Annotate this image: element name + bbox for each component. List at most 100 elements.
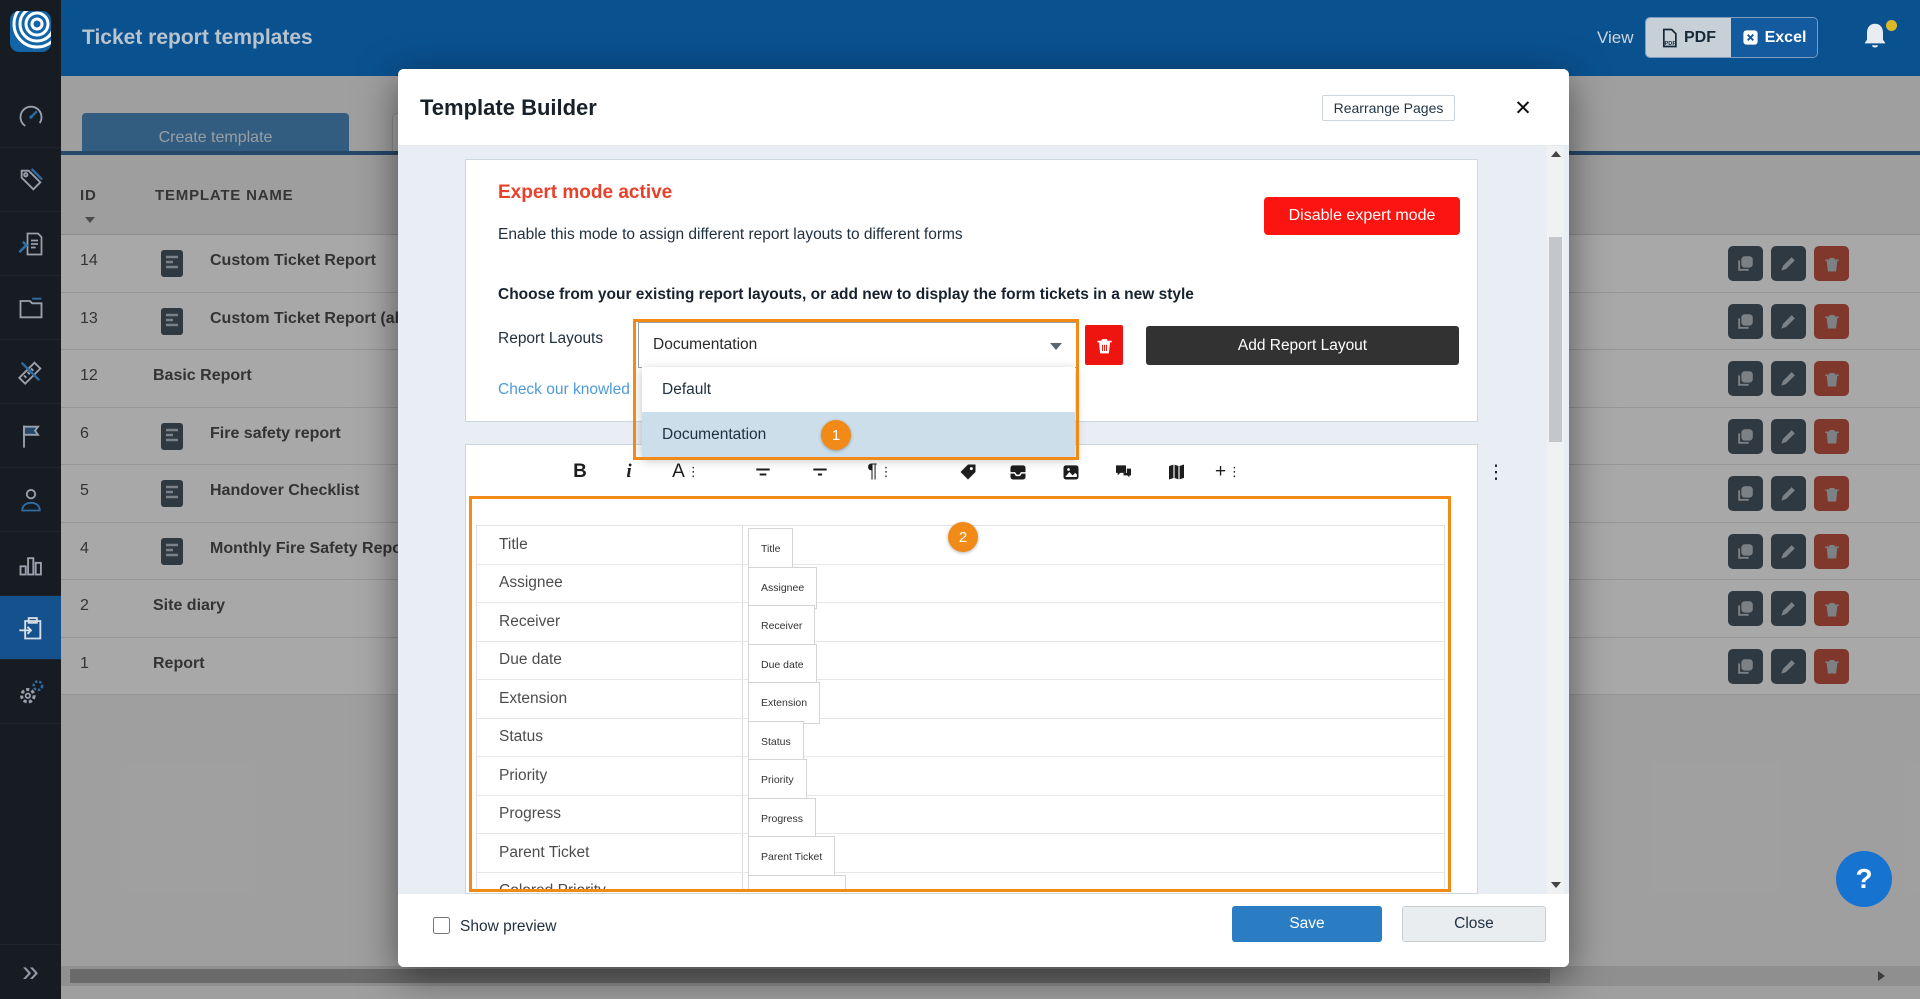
flag-icon	[17, 422, 45, 450]
field-placeholder-chip[interactable]: Assignee	[748, 567, 817, 609]
delete-layout-button[interactable]	[1085, 325, 1123, 365]
field-label: Due date	[477, 642, 743, 680]
app-logo-icon[interactable]	[10, 11, 51, 52]
field-label: Receiver	[477, 603, 743, 641]
field-placeholder-chip[interactable]: Receiver	[748, 605, 815, 647]
chat-bubbles-icon	[1113, 462, 1134, 482]
toolbar-overflow-button[interactable]: ⋮	[1478, 457, 1514, 487]
top-header: Ticket report templates View PDF PDF Exc…	[61, 0, 1920, 76]
field-row: Due date Due date	[477, 642, 1444, 681]
field-row: Parent Ticket Parent Ticket	[477, 834, 1444, 873]
modal-scrollbar[interactable]	[1547, 146, 1564, 894]
scroll-up-arrow-icon[interactable]	[1551, 151, 1561, 157]
sidebar-item-contacts[interactable]	[0, 468, 61, 532]
sidebar-item-approvals[interactable]	[0, 212, 61, 276]
view-label: View	[1597, 0, 1634, 76]
font-style-button[interactable]: A⋮	[668, 457, 704, 487]
sidebar-collapse-button[interactable]: »	[0, 944, 61, 999]
layout-fields-table: Title Title Assignee Assignee Receiver R…	[476, 525, 1445, 890]
close-button[interactable]: Close	[1402, 906, 1546, 942]
modal-header: Template Builder Rearrange Pages ✕	[398, 69, 1569, 146]
field-placeholder-chip[interactable]: Progress	[748, 798, 816, 840]
insert-field-button[interactable]	[1000, 457, 1036, 487]
person-icon	[17, 486, 45, 514]
gears-icon	[16, 677, 46, 707]
field-placeholder-chip[interactable]: Parent Ticket	[748, 836, 835, 878]
excel-file-icon	[1742, 29, 1759, 46]
kebab-menu-icon: ⋮	[1487, 461, 1506, 484]
selected-layout-value: Documentation	[653, 336, 757, 354]
sidebar-item-settings[interactable]	[0, 660, 61, 724]
field-row: Progress Progress	[477, 796, 1444, 835]
bold-icon: B	[573, 461, 587, 483]
show-preview-label: Show preview	[460, 918, 557, 936]
layout-editor-card: B i A⋮ ¶⋮ +⋮ ⋮ Title	[465, 444, 1478, 894]
sidebar-item-ticket-reports[interactable]	[0, 596, 61, 660]
page-title: Ticket report templates	[82, 0, 313, 76]
knowledge-base-link[interactable]: Check our knowled	[498, 381, 630, 399]
field-label: Extension	[477, 680, 743, 718]
modal-title: Template Builder	[420, 69, 597, 146]
italic-button[interactable]: i	[611, 457, 647, 487]
bold-button[interactable]: B	[562, 457, 598, 487]
field-placeholder-chip[interactable]: Priority	[748, 759, 807, 801]
insert-tag-button[interactable]	[950, 457, 986, 487]
close-modal-button[interactable]: ✕	[1506, 91, 1540, 125]
rearrange-pages-button[interactable]: Rearrange Pages	[1322, 95, 1455, 121]
sidebar-item-tags[interactable]	[0, 148, 61, 212]
insert-map-button[interactable]	[1158, 457, 1194, 487]
scroll-down-arrow-icon[interactable]	[1551, 882, 1561, 888]
field-placeholder-chip[interactable]: Title	[748, 528, 793, 570]
insert-more-button[interactable]: +⋮	[1210, 457, 1246, 487]
disable-expert-mode-button[interactable]: Disable expert mode	[1264, 197, 1460, 235]
paragraph-button[interactable]: ¶⋮	[862, 457, 898, 487]
insert-comment-button[interactable]	[1105, 457, 1141, 487]
sidebar-item-dashboard[interactable]	[0, 84, 61, 148]
help-button[interactable]: ?	[1836, 851, 1892, 907]
save-button[interactable]: Save	[1232, 906, 1382, 942]
line-height-icon	[753, 462, 773, 482]
line-height-button[interactable]	[745, 457, 781, 487]
svg-text:PDF: PDF	[1665, 41, 1677, 47]
pdf-view-button[interactable]: PDF PDF	[1646, 18, 1731, 57]
annotation-badge-2: 2	[948, 522, 978, 552]
field-label: Title	[477, 526, 743, 564]
sidebar-item-statistics[interactable]	[0, 532, 61, 596]
show-preview-checkbox[interactable]	[433, 917, 450, 934]
question-mark-icon: ?	[1855, 863, 1872, 895]
insert-image-button[interactable]	[1053, 457, 1089, 487]
report-layouts-label: Report Layouts	[498, 330, 603, 348]
sidebar: »	[0, 0, 61, 999]
notification-dot	[1886, 20, 1897, 31]
field-placeholder-chip[interactable]: Status	[748, 721, 804, 763]
field-placeholder-chip[interactable]: Due date	[748, 644, 817, 686]
clipboard-export-icon	[17, 614, 45, 642]
notifications-bell-button[interactable]	[1860, 20, 1900, 60]
line-spacing-button[interactable]	[802, 457, 838, 487]
excel-view-button[interactable]: Excel	[1731, 18, 1817, 57]
field-label: Progress	[477, 796, 743, 834]
field-placeholder-chip[interactable]: Extension	[748, 682, 820, 724]
add-report-layout-button[interactable]: Add Report Layout	[1146, 326, 1459, 365]
sidebar-item-folders[interactable]	[0, 276, 61, 340]
dropdown-option-default[interactable]: Default	[642, 367, 1075, 412]
line-spacing-icon	[810, 462, 830, 482]
field-placeholder-chip[interactable]: Colored Priority	[748, 875, 846, 891]
modal-scrollbar-thumb[interactable]	[1549, 237, 1562, 442]
document-gavel-icon	[17, 230, 45, 258]
app-window: » Ticket report templates View PDF PDF E…	[0, 0, 1920, 999]
folder-icon	[17, 294, 45, 322]
plus-icon: +	[1215, 461, 1226, 483]
field-label: Status	[477, 719, 743, 757]
menu-dots-icon: ⋮	[687, 467, 700, 477]
sidebar-item-measurements[interactable]	[0, 340, 61, 404]
excel-label: Excel	[1765, 29, 1807, 47]
dropdown-option-documentation[interactable]: Documentation	[642, 412, 1075, 457]
sidebar-item-milestones[interactable]	[0, 404, 61, 468]
font-icon: A	[672, 461, 685, 483]
tag-icon	[958, 462, 978, 482]
close-icon: ✕	[1514, 96, 1532, 121]
menu-dots-icon: ⋮	[1228, 467, 1241, 477]
report-layouts-select[interactable]: Documentation	[638, 322, 1079, 368]
italic-icon: i	[626, 461, 631, 483]
